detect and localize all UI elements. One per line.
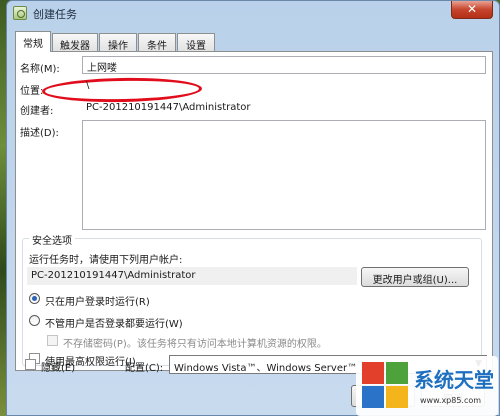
- hidden-label[interactable]: 隐藏(E): [41, 359, 75, 374]
- window-title: 创建任务: [33, 8, 77, 21]
- radio-run-only-logged-on[interactable]: [29, 293, 40, 304]
- watermark-title: 系统天堂: [414, 368, 494, 392]
- security-options-title: 安全选项: [29, 232, 75, 247]
- config-label: 配置(C):: [125, 363, 164, 374]
- radio-run-whether-logged-on[interactable]: [29, 315, 40, 326]
- windows-logo-icon: [362, 362, 410, 410]
- description-textarea[interactable]: [82, 120, 486, 230]
- tab-conditions[interactable]: 条件: [138, 33, 176, 52]
- do-not-store-password-checkbox[interactable]: [47, 335, 58, 346]
- tab-triggers[interactable]: 触发器: [52, 33, 98, 52]
- title-bar[interactable]: 创建任务 ✕: [7, 1, 499, 25]
- config-dropdown-value: Windows Vista™、Windows Server™ 2008: [174, 363, 386, 374]
- create-task-window: 创建任务 ✕ 常规 触发器 操作 条件 设置 名称(M): 上网喽 位置: \ …: [6, 0, 500, 416]
- do-not-store-password-label: 不存储密码(P)。该任务将只有访问本地计算机资源的权限。: [63, 339, 327, 350]
- general-tab-panel: 名称(M): 上网喽 位置: \ 创建者: PC-201210191447\Ad…: [15, 51, 493, 371]
- task-scheduler-icon: [13, 6, 27, 20]
- author-label: 创建者:: [20, 106, 54, 117]
- tab-settings[interactable]: 设置: [177, 33, 215, 52]
- description-label: 描述(D):: [20, 128, 59, 139]
- account-prompt: 运行任务时，请使用下列用户帐户:: [29, 255, 183, 266]
- location-value: \: [86, 80, 90, 91]
- tab-actions[interactable]: 操作: [99, 33, 137, 52]
- site-watermark: 系统天堂 www.xp85.com: [356, 356, 498, 416]
- security-options-group: 安全选项 运行任务时，请使用下列用户帐户: PC-201210191447\Ad…: [22, 232, 482, 368]
- hidden-checkbox[interactable]: [25, 359, 36, 370]
- close-button[interactable]: ✕: [451, 1, 493, 19]
- name-input[interactable]: 上网喽: [82, 56, 486, 74]
- name-label: 名称(M):: [20, 64, 60, 75]
- name-input-value: 上网喽: [87, 63, 117, 74]
- radio-run-whether-logged-on-label[interactable]: 不管用户是否登录都要运行(W): [45, 315, 183, 330]
- radio-run-only-logged-on-label[interactable]: 只在用户登录时运行(R): [45, 293, 150, 308]
- annotation-red-circle: [41, 76, 203, 104]
- author-value: PC-201210191447\Administrator: [86, 102, 251, 113]
- change-user-button[interactable]: 更改用户或组(U)...: [361, 267, 469, 287]
- watermark-url: www.xp85.com: [420, 396, 482, 405]
- user-account-value: PC-201210191447\Administrator: [27, 267, 357, 285]
- tab-general[interactable]: 常规: [15, 31, 51, 52]
- location-label: 位置:: [20, 86, 44, 97]
- close-icon: ✕: [466, 2, 478, 16]
